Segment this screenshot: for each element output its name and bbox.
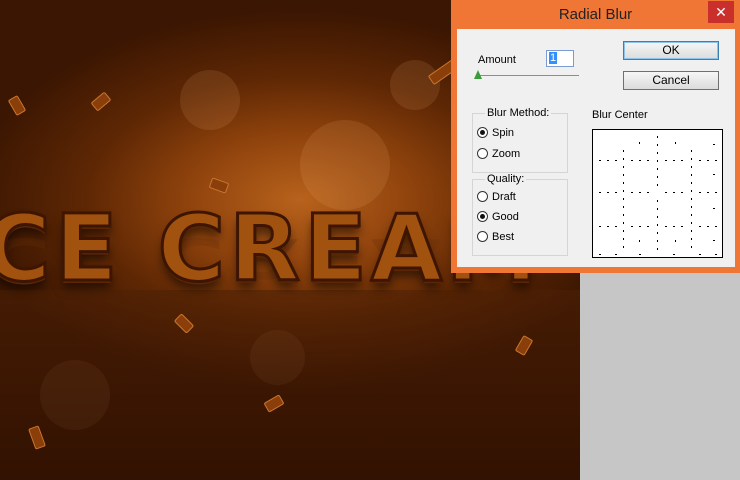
radio-spin[interactable]: Spin [477,125,514,141]
close-icon[interactable]: ✕ [708,1,734,23]
radio-label: Draft [492,191,516,203]
radio-button[interactable] [477,148,488,159]
blur-method-group: Blur Method: Spin Zoom [472,107,568,173]
amount-label: Amount [478,54,516,66]
radial-blur-dialog: Radial Blur ✕ Amount 1 OK Cancel Blur Me… [451,0,740,273]
blur-center-label: Blur Center [592,109,648,121]
bokeh-light [180,70,240,130]
amount-slider-track[interactable] [477,75,579,76]
blur-method-label: Blur Method: [485,107,552,119]
radio-good[interactable]: Good [477,209,519,225]
radio-label: Best [492,231,515,243]
ok-button[interactable]: OK [623,41,719,60]
quality-label: Quality: [485,173,527,185]
reflection-floor [0,290,580,480]
radio-draft[interactable]: Draft [477,189,516,205]
bokeh-light [390,60,440,110]
radio-zoom[interactable]: Zoom [477,146,520,162]
radio-best[interactable]: Best [477,229,514,245]
radio-button[interactable] [477,191,488,202]
cancel-button[interactable]: Cancel [623,71,719,90]
amount-value: 1 [549,52,558,64]
blur-center-preview[interactable] [592,129,723,258]
radio-label: Good [492,211,519,223]
radio-button[interactable] [477,127,488,138]
radio-button[interactable] [477,231,488,242]
radio-button[interactable] [477,211,488,222]
radio-label: Spin [492,127,515,139]
dialog-body: Amount 1 OK Cancel Blur Method: Spin Zoo… [457,29,735,267]
chocolate-shard [7,94,27,117]
amount-input[interactable]: 1 [546,50,574,67]
chocolate-shard [208,177,230,194]
blur-center-pattern [599,136,717,255]
amount-slider-thumb[interactable] [474,70,482,79]
radio-label: Zoom [492,148,521,160]
chocolate-shard [90,91,112,112]
quality-group: Quality: Draft Good Best [472,173,568,256]
dialog-title: Radial Blur [558,6,633,23]
